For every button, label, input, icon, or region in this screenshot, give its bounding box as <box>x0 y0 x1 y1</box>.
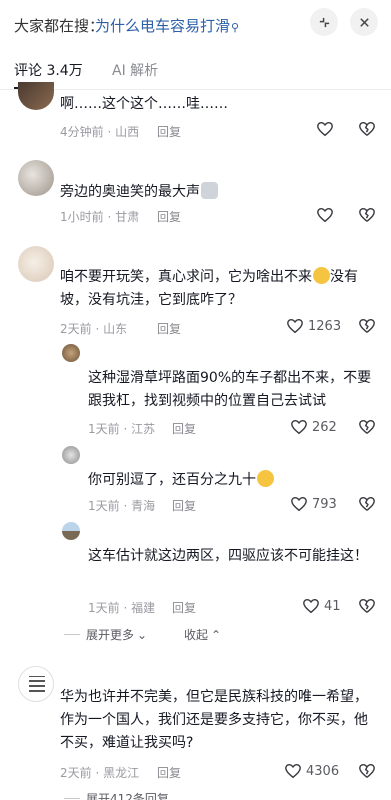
divider <box>64 798 80 799</box>
comment-text: 啊……这个这个……哇…… <box>60 96 228 112</box>
comment-text: 这车估计就这边两区，四驱应该不可能挂这！ <box>88 548 368 564</box>
broken-heart-icon <box>359 496 375 511</box>
like-button[interactable]: 262 <box>290 418 337 436</box>
expand-more-button[interactable]: 展开更多 ⌄ <box>64 626 147 643</box>
comment-tabs: 评论 3.4万 AI 解析 <box>0 50 391 90</box>
chevron-down-icon: ⌄ <box>137 627 148 642</box>
comment-meta: 2天前 · 山东 <box>60 322 128 336</box>
dislike-button[interactable] <box>358 418 376 440</box>
broken-heart-icon <box>359 419 375 434</box>
broken-heart-icon <box>359 207 375 222</box>
avatar[interactable] <box>18 246 54 282</box>
username[interactable] <box>60 664 130 676</box>
heart-icon <box>291 496 307 512</box>
search-suggestion-bar[interactable]: 大家都在搜： 为什么电车容易打滑⚲ <box>0 0 391 50</box>
close-icon[interactable] <box>350 8 378 36</box>
comment-text: 旁边的奥迪笑的最大声 <box>60 181 218 204</box>
divider <box>64 634 80 635</box>
broken-heart-icon <box>359 318 375 333</box>
like-button[interactable] <box>316 120 334 138</box>
comment-meta: 2天前 · 黑龙江 <box>60 766 140 780</box>
comment-meta: 1天前 · 青海 <box>88 499 156 513</box>
avatar[interactable] <box>62 446 80 464</box>
like-button[interactable]: 4306 <box>284 762 339 780</box>
comment-meta: 4分钟前 · 山西 <box>60 125 140 139</box>
heart-icon <box>291 419 307 435</box>
dislike-button[interactable] <box>358 495 376 517</box>
like-count: 793 <box>312 496 337 512</box>
laughing-cat-emoji-icon <box>201 182 218 199</box>
dislike-button[interactable] <box>358 206 376 228</box>
comment-text: 咱不要开玩笑，真心求问，它为啥出不来 没有坡，没有坑洼，它到底咋了？ <box>60 267 358 308</box>
heart-icon <box>303 598 319 614</box>
username[interactable] <box>60 246 130 258</box>
broken-heart-icon <box>359 121 375 136</box>
chevron-down-icon: ⌄ <box>171 791 182 800</box>
chevron-up-icon: ⌃ <box>211 627 222 642</box>
username[interactable] <box>60 160 130 172</box>
avatar[interactable] <box>18 82 54 110</box>
dislike-button[interactable] <box>358 317 376 339</box>
tab-comments[interactable]: 评论 3.4万 <box>14 60 83 80</box>
heart-icon <box>287 318 303 334</box>
username[interactable] <box>86 344 156 356</box>
comment-meta: 1天前 · 福建 <box>88 601 156 615</box>
expand-icon[interactable] <box>310 8 338 36</box>
comment-text: 你可别逗了，还百分之九十 <box>88 469 274 492</box>
reply-button[interactable]: 回复 <box>172 599 196 616</box>
grin-emoji-icon <box>257 470 274 487</box>
collapse-button[interactable]: 收起 ⌃ <box>184 626 221 643</box>
avatar[interactable] <box>18 160 54 196</box>
like-count: 4306 <box>306 763 340 779</box>
heart-icon <box>317 121 333 137</box>
like-count: 1263 <box>308 318 342 334</box>
reply-button[interactable]: 回复 <box>157 320 181 337</box>
username[interactable] <box>86 522 156 534</box>
heart-icon <box>317 207 333 223</box>
reply-button[interactable]: 回复 <box>157 123 181 140</box>
comment-meta: 1天前 · 江苏 <box>88 422 156 436</box>
broken-heart-icon <box>359 598 375 613</box>
avatar[interactable] <box>18 666 54 702</box>
like-button[interactable]: 1263 <box>286 317 341 335</box>
dislike-button[interactable] <box>358 120 376 142</box>
reply-button[interactable]: 回复 <box>157 208 181 225</box>
comment-text: 这种湿滑草坪路面90%的车子都出不来，不要跟我杠，找到视频中的位置自己去试试 <box>88 370 372 409</box>
search-icon: ⚲ <box>231 21 240 34</box>
like-button[interactable]: 793 <box>290 495 337 513</box>
like-count: 41 <box>324 598 341 614</box>
search-query-link[interactable]: 为什么电车容易打滑⚲ <box>95 15 239 36</box>
like-button[interactable]: 41 <box>302 597 341 615</box>
expand-replies-button[interactable]: 展开412条回复 ⌄ <box>64 790 182 800</box>
reply-button[interactable]: 回复 <box>157 764 181 781</box>
dislike-button[interactable] <box>358 597 376 619</box>
reply-button[interactable]: 回复 <box>172 497 196 514</box>
search-prefix-label: 大家都在搜： <box>14 17 105 35</box>
comment-text: 华为也许并不完美，但它是民族科技的唯一希望，作为一个国人，我们还是要多支持它，你… <box>60 689 368 751</box>
like-button[interactable] <box>316 206 334 224</box>
avatar[interactable] <box>62 522 80 540</box>
avatar[interactable] <box>62 344 80 362</box>
calligraphy-logo-icon <box>29 676 45 692</box>
sweat-smile-emoji-icon <box>313 267 330 284</box>
tab-ai-analysis[interactable]: AI 解析 <box>112 60 158 80</box>
like-count: 262 <box>312 419 337 435</box>
username[interactable] <box>86 446 156 458</box>
heart-icon <box>285 763 301 779</box>
comment-meta: 1小时前 · 甘肃 <box>60 210 140 224</box>
reply-button[interactable]: 回复 <box>172 420 196 437</box>
dislike-button[interactable] <box>358 762 376 784</box>
broken-heart-icon <box>359 763 375 778</box>
